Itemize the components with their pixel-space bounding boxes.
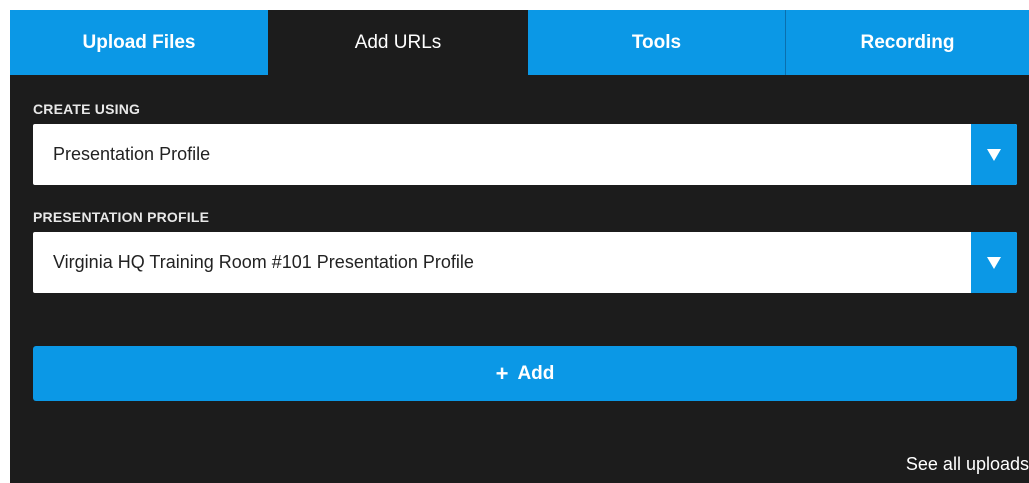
presentation-profile-dropdown-button[interactable] (971, 232, 1017, 293)
tab-add-urls[interactable]: Add URLs (268, 10, 528, 75)
create-using-label: CREATE USING (33, 101, 141, 117)
create-using-dropdown-button[interactable] (971, 124, 1017, 185)
presentation-profile-label: PRESENTATION PROFILE (33, 209, 210, 225)
create-using-value: Presentation Profile (53, 144, 211, 164)
tab-tools[interactable]: Tools (528, 10, 786, 75)
add-button-label: Add (517, 362, 555, 384)
create-using-select[interactable]: Presentation Profile (33, 124, 1017, 185)
tab-upload-files[interactable]: Upload Files (10, 10, 268, 75)
presentation-profile-select[interactable]: Virginia HQ Training Room #101 Presentat… (33, 232, 1017, 293)
tab-bar: Upload Files Add URLs Tools Recording (10, 10, 1029, 75)
add-button[interactable]: + Add (33, 346, 1017, 401)
plus-icon: + (495, 360, 509, 386)
presentation-profile-value: Virginia HQ Training Room #101 Presentat… (53, 252, 474, 272)
see-all-uploads-link[interactable]: See all uploads (906, 454, 1029, 475)
upload-panel: Upload Files Add URLs Tools Recording CR… (10, 10, 1029, 483)
triangle-down-icon (987, 148, 1001, 161)
triangle-down-icon (987, 256, 1001, 269)
tab-recording[interactable]: Recording (786, 10, 1029, 75)
